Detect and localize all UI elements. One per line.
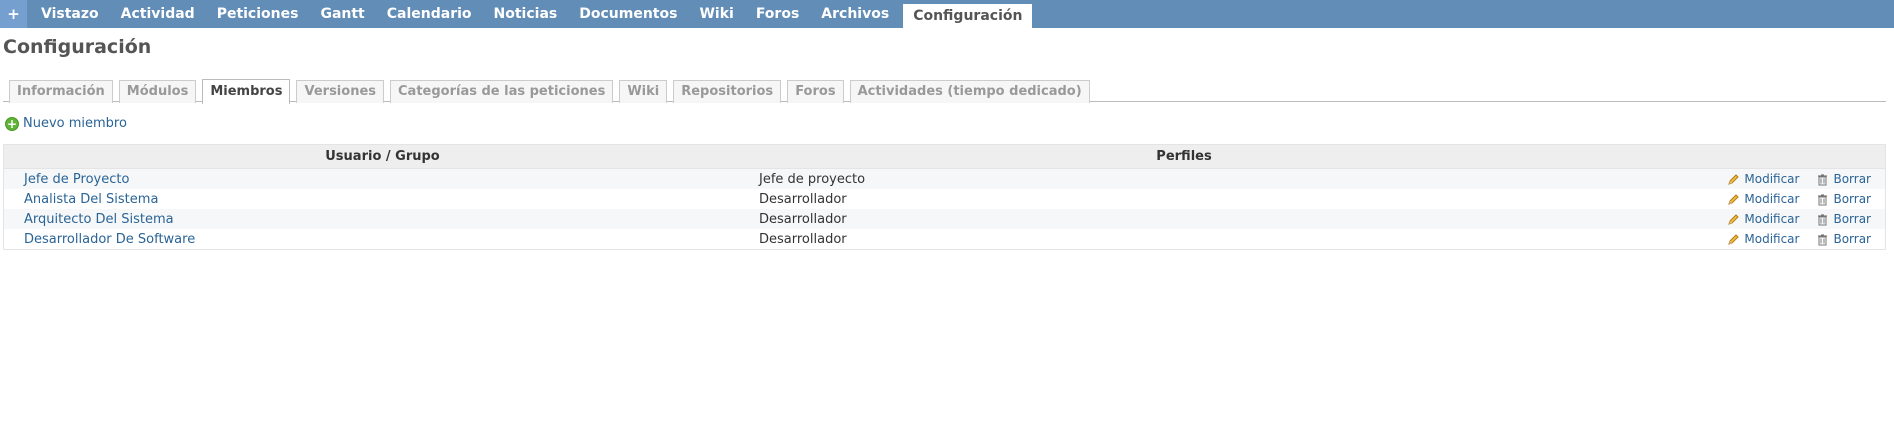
pencil-icon [1728,213,1740,225]
menu-item-issues[interactable]: Peticiones [206,0,310,28]
delete-button[interactable]: Borrar [1816,232,1871,246]
menu-item-documents[interactable]: Documentos [568,0,688,28]
delete-button[interactable]: Borrar [1816,192,1871,206]
delete-button[interactable]: Borrar [1816,212,1871,226]
trash-icon [1818,213,1828,225]
menu-item-overview[interactable]: Vistazo [30,0,110,28]
trash-icon [1818,193,1828,205]
new-member-label: Nuevo miembro [23,116,127,131]
edit-button[interactable]: Modificar [1727,172,1799,186]
delete-label: Borrar [1833,212,1871,226]
page-title: Configuración [3,36,152,58]
member-name-link[interactable]: Jefe de Proyecto [4,172,759,187]
members-table: Usuario / Grupo Perfiles Jefe de Proyect… [3,144,1886,250]
member-name-link[interactable]: Desarrollador De Software [4,232,759,247]
new-object-button[interactable]: + [0,0,27,28]
new-member-link[interactable]: + Nuevo miembro [5,116,127,131]
menu-item-calendar[interactable]: Calendario [376,0,483,28]
menu-item-gantt[interactable]: Gantt [309,0,375,28]
member-role: Desarrollador [759,211,847,227]
member-role: Desarrollador [759,191,847,207]
table-row: Arquitecto Del Sistema Desarrollador Mod… [4,209,1885,229]
tab-information[interactable]: Información [9,80,113,103]
table-row: Jefe de Proyecto Jefe de proyecto Modifi… [4,169,1885,189]
delete-label: Borrar [1833,192,1871,206]
edit-label: Modificar [1744,212,1800,226]
pencil-icon [1728,193,1740,205]
row-actions: Modificar Borrar [1605,212,1885,226]
delete-label: Borrar [1833,232,1871,246]
tab-activities[interactable]: Actividades (tiempo dedicado) [849,80,1090,103]
member-name-link[interactable]: Arquitecto Del Sistema [4,212,759,227]
add-icon: + [5,116,19,131]
tab-repositories[interactable]: Repositorios [673,80,782,103]
menu-item-files[interactable]: Archivos [810,0,900,28]
edit-button[interactable]: Modificar [1727,232,1799,246]
row-actions: Modificar Borrar [1605,232,1885,246]
table-row: Desarrollador De Software Desarrollador … [4,229,1885,249]
menu-item-wiki[interactable]: Wiki [688,0,744,28]
menu-item-settings[interactable]: Configuración [903,4,1033,28]
tab-members[interactable]: Miembros [202,79,291,104]
row-actions: Modificar Borrar [1605,172,1885,186]
member-name-link[interactable]: Analista Del Sistema [4,192,759,207]
edit-label: Modificar [1744,172,1800,186]
tab-forums[interactable]: Foros [787,80,844,103]
tab-modules[interactable]: Módulos [118,80,197,103]
menu-item-activity[interactable]: Actividad [110,0,206,28]
row-actions: Modificar Borrar [1605,192,1885,206]
edit-label: Modificar [1744,232,1800,246]
pencil-icon [1728,173,1740,185]
delete-label: Borrar [1833,172,1871,186]
edit-label: Modificar [1744,192,1800,206]
settings-tabs: Información Módulos Miembros Versiones C… [9,78,1096,104]
edit-button[interactable]: Modificar [1727,192,1799,206]
pencil-icon [1728,233,1740,245]
member-role: Jefe de proyecto [759,171,866,187]
menu-item-forums[interactable]: Foros [745,0,810,28]
edit-button[interactable]: Modificar [1727,212,1799,226]
trash-icon [1818,233,1828,245]
delete-button[interactable]: Borrar [1816,172,1871,186]
tab-wiki[interactable]: Wiki [619,80,668,103]
tab-versions[interactable]: Versiones [296,80,384,103]
column-header-user: Usuario / Grupo [325,149,440,164]
trash-icon [1818,173,1828,185]
main-menu: + Vistazo Actividad Peticiones Gantt Cal… [0,0,1894,28]
column-header-roles: Perfiles [1156,149,1212,164]
member-role: Desarrollador [759,231,847,247]
menu-item-news[interactable]: Noticias [483,0,569,28]
table-header: Usuario / Grupo Perfiles [4,145,1885,169]
table-row: Analista Del Sistema Desarrollador Modif… [4,189,1885,209]
tab-issue-categories[interactable]: Categorías de las peticiones [390,80,614,103]
